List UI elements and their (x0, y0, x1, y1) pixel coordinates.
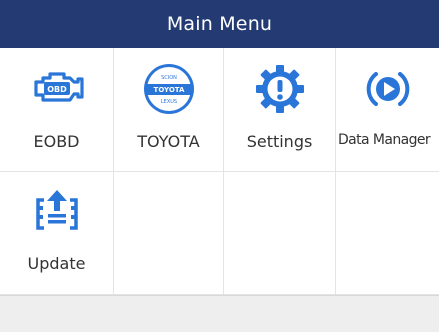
menu-item-label: Settings (246, 132, 313, 151)
menu-item-label: Update (27, 254, 86, 273)
status-bar (0, 295, 439, 332)
menu-item-label: EOBD (33, 132, 80, 151)
play-record-icon (359, 60, 417, 118)
badge-text-lexus: LEXUS (160, 99, 176, 105)
menu-item-data-manager[interactable]: Data Manager (336, 48, 439, 172)
empty-menu-slot (336, 172, 439, 295)
menu-item-toyota[interactable]: SCION TOYOTA LEXUS TOYOTA (114, 48, 224, 172)
upload-arrow-icon (28, 180, 86, 238)
menu-item-label: TOYOTA (137, 132, 200, 151)
toyota-badge-icon: SCION TOYOTA LEXUS (140, 60, 198, 118)
page-title: Main Menu (166, 13, 273, 35)
app-screen: Main Menu OBD EOBD SCION TOYOTA LEXUS TO… (0, 0, 439, 332)
empty-menu-slot (224, 172, 336, 295)
menu-item-settings[interactable]: Settings (224, 48, 336, 172)
badge-text-toyota: TOYOTA (153, 86, 184, 94)
menu-item-update[interactable]: Update (0, 172, 114, 295)
badge-text-scion: SCION (161, 75, 177, 81)
menu-item-label: Data Manager (338, 132, 431, 148)
svg-text:OBD: OBD (47, 85, 67, 94)
engine-obd-icon: OBD (28, 60, 86, 118)
title-bar: Main Menu (0, 0, 439, 49)
gear-alert-icon (251, 60, 309, 118)
main-menu-grid: OBD EOBD SCION TOYOTA LEXUS TOYOTA Setti… (0, 48, 439, 295)
empty-menu-slot (114, 172, 224, 295)
menu-item-eobd[interactable]: OBD EOBD (0, 48, 114, 172)
